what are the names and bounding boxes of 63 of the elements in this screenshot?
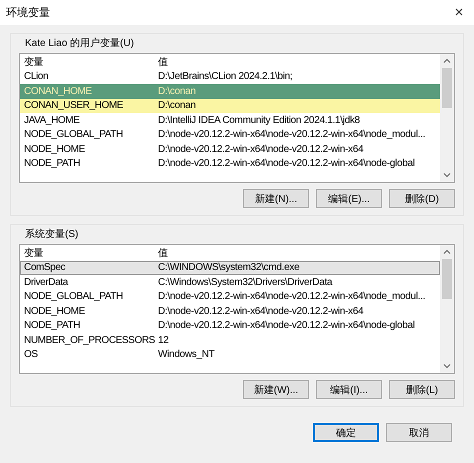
variable-name: DriverData [23, 276, 70, 288]
list-row[interactable]: CLion D:\JetBrains\CLion 2024.2.1\bin; [20, 70, 440, 84]
variable-value: D:\JetBrains\CLion 2024.2.1\bin; [158, 71, 292, 82]
scrollbar[interactable] [440, 245, 454, 373]
variable-list[interactable] [19, 244, 455, 374]
group-label: 系统变量(S) [25, 228, 80, 241]
scrollbar-thumb[interactable] [442, 68, 452, 108]
column-header[interactable]: 变量 [20, 55, 158, 70]
scrollbar-thumb[interactable] [442, 259, 452, 299]
list-row[interactable]: NODE_PATH D:\node-v20.12.2-win-x64\node-v20.12.2-win-x64\node-global [20, 318, 440, 333]
variable-value: D:\node-v20.12.2-win-x64\node-v20.12.2-win-x64\node_modul... [158, 129, 426, 140]
list-row[interactable]: OS Windows_NT [20, 348, 440, 362]
list-row[interactable]: NODE_HOME D:\node-v20.12.2-win-x64\node-v20.12.2-win-x64 [20, 142, 440, 156]
list-row[interactable]: NODE_GLOBAL_PATH D:\node-v20.12.2-win-x64\node-v20.12.2-win-x64\node_modul... [20, 128, 440, 142]
variable-value: C:\WINDOWS\system32\cmd.exe [158, 262, 300, 274]
list-row[interactable]: ComSpec C:\WINDOWS\system32\cmd.exe [20, 260, 440, 275]
variable-value: C:\Windows\System32\Drivers\DriverData [158, 276, 332, 288]
group-label: Kate Liao 的用户变量(U) [25, 37, 135, 50]
variable-name: NUMBER_OF_PROCESSORS [23, 334, 156, 346]
list-row[interactable]: JAVA_HOME D:\IntelliJ IDEA Community Edition 2024.1.1\jdk8 [20, 113, 440, 128]
variable-value: D:\node-v20.12.2-win-x64\node-v20.12.2-win-x64\node_modul... [158, 291, 426, 302]
action-button[interactable]: 删除(L) [389, 380, 455, 399]
variable-name: NODE_PATH [23, 320, 82, 332]
action-button[interactable]: 编辑(E)... [316, 189, 382, 208]
action-button[interactable]: 删除(D) [389, 189, 455, 208]
variable-value: D:\node-v20.12.2-win-x64\node-v20.12.2-win-x64\node-global [158, 158, 415, 170]
column-header[interactable]: 值 [158, 55, 168, 70]
variable-name: NODE_GLOBAL_PATH [23, 291, 124, 302]
variable-value: Windows_NT [158, 349, 214, 360]
list-row[interactable]: NODE_HOME D:\node-v20.12.2-win-x64\node-v20.12.2-win-x64 [20, 304, 440, 318]
dialog-button[interactable]: 确定 [313, 423, 379, 442]
variable-name: NODE_PATH [23, 158, 82, 170]
dialog-button[interactable]: 取消 [386, 423, 452, 442]
action-button[interactable]: 编辑(I)... [316, 380, 382, 399]
variable-name: NODE_HOME [23, 306, 86, 317]
variable-value: 12 [158, 334, 169, 346]
list-row[interactable]: NODE_GLOBAL_PATH D:\node-v20.12.2-win-x64\node-v20.12.2-win-x64\node_modul... [20, 290, 440, 304]
list-row[interactable]: NUMBER_OF_PROCESSORS 12 [20, 333, 440, 348]
variable-name: CLion [23, 71, 50, 82]
column-header[interactable]: 变量 [20, 246, 158, 260]
variable-value: D:\conan [158, 86, 196, 97]
close-button[interactable]: × [444, 0, 474, 25]
variable-name: NODE_HOME [23, 144, 86, 155]
scrollbar[interactable] [440, 54, 454, 182]
variable-name: CONAN_USER_HOME [23, 100, 124, 112]
variable-value: D:\conan [158, 100, 196, 112]
column-header[interactable]: 值 [158, 246, 168, 260]
variable-list[interactable] [19, 53, 455, 183]
action-button[interactable]: 新建(N)... [243, 189, 309, 208]
variable-value: D:\node-v20.12.2-win-x64\node-v20.12.2-win-x64 [158, 144, 364, 155]
variable-name: OS [23, 349, 39, 360]
variable-name: JAVA_HOME [23, 114, 80, 126]
list-row[interactable]: CONAN_USER_HOME D:\conan [20, 98, 440, 113]
list-row[interactable]: NODE_PATH D:\node-v20.12.2-win-x64\node-v20.12.2-win-x64\node-global [20, 156, 440, 171]
variable-value: D:\node-v20.12.2-win-x64\node-v20.12.2-win-x64\node-global [158, 320, 415, 332]
variable-name: CONAN_HOME [23, 86, 93, 97]
action-button[interactable]: 新建(W)... [243, 380, 309, 399]
list-row[interactable]: DriverData C:\Windows\System32\Drivers\DriverData [20, 275, 440, 290]
variable-name: ComSpec [23, 262, 66, 274]
variable-value: D:\node-v20.12.2-win-x64\node-v20.12.2-win-x64 [158, 306, 364, 317]
variable-value: D:\IntelliJ IDEA Community Edition 2024.1.1\jdk8 [158, 114, 360, 126]
variable-name: NODE_GLOBAL_PATH [23, 129, 124, 140]
window-title: 环境变量 [6, 6, 50, 20]
